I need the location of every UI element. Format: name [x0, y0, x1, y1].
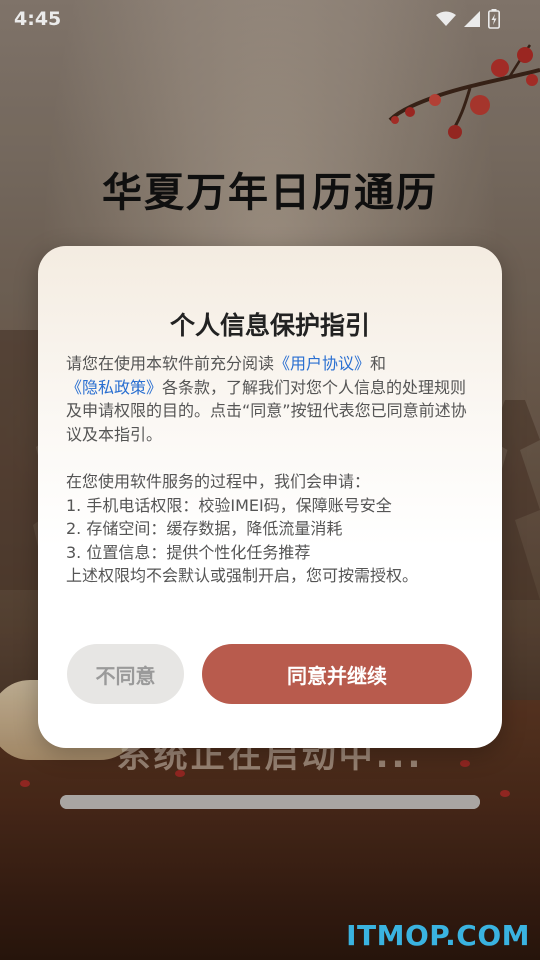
- intro-paragraph: 请您在使用本软件前充分阅读《用户协议》和《隐私政策》各条款，了解我们对您个人信息…: [66, 352, 478, 446]
- permissions-note: 上述权限均不会默认或强制开启，您可按需授权。: [66, 566, 419, 585]
- permission-item-location: 3. 位置信息：提供个性化任务推荐: [66, 542, 311, 562]
- permission-item-storage: 2. 存储空间：缓存数据，降低流量消耗: [66, 519, 343, 538]
- user-agreement-link[interactable]: 《用户协议》: [274, 354, 370, 373]
- disagree-button[interactable]: 不同意: [67, 644, 184, 704]
- dialog-title: 个人信息保护指引: [169, 311, 370, 340]
- privacy-dialog: 个人信息保护指引 请您在使用本软件前充分阅读《用户协议》和《隐私政策》各条款，了…: [38, 246, 502, 748]
- watermark-text: ITMOP.COM: [346, 919, 530, 952]
- dialog-body: 请您在使用本软件前充分阅读《用户协议》和《隐私政策》各条款，了解我们对您个人信息…: [66, 352, 478, 588]
- and-text: 和: [370, 354, 387, 373]
- permissions-section: 在您使用软件服务的过程中，我们会申请： 1. 手机电话权限：校验IMEI码，保障…: [66, 470, 478, 588]
- agree-continue-button[interactable]: 同意并继续: [202, 644, 472, 704]
- permission-item-phone: 1. 手机电话权限：校验IMEI码，保障账号安全: [66, 495, 392, 515]
- intro-prefix: 请您在使用本软件前充分阅读: [66, 354, 275, 373]
- permissions-intro: 在您使用软件服务的过程中，我们会申请：: [66, 472, 371, 491]
- privacy-policy-link[interactable]: 《隐私政策》: [66, 378, 162, 397]
